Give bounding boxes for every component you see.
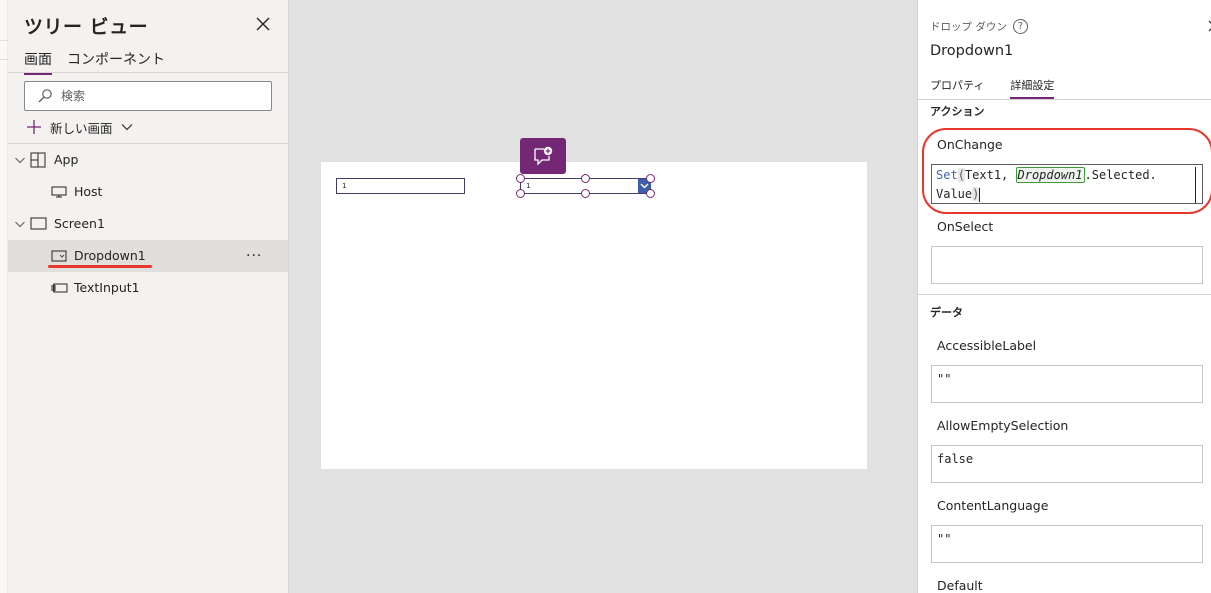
tree-item-host[interactable]: Host [8, 176, 288, 208]
divider [8, 72, 288, 73]
chevron-down-icon [121, 124, 132, 131]
chevron-down-icon[interactable] [14, 218, 26, 230]
resize-handle[interactable] [581, 174, 590, 183]
divider [918, 99, 1211, 100]
tree-item-label: Dropdown1 [74, 248, 146, 263]
red-circle-annotation [922, 128, 1211, 214]
control-name[interactable]: Dropdown1 [930, 43, 1013, 59]
default-label: Default [937, 578, 983, 593]
section-data-heading: データ [930, 306, 963, 319]
resize-handle[interactable] [516, 189, 525, 198]
search-icon [38, 89, 52, 103]
tab-advanced[interactable]: 詳細設定 [1010, 77, 1055, 99]
app-icon [30, 152, 46, 168]
tree-view-title: ツリー ビュー [24, 16, 149, 38]
red-underline-annotation [48, 265, 152, 268]
properties-panel: ドロップ ダウン ? Dropdown1 プロパティ 詳細設定 アクション On… [917, 0, 1211, 593]
section-action-heading: アクション [930, 105, 985, 118]
tree-view-pane: ツリー ビュー 画面 コンポーネント 新しい画面 App [8, 0, 289, 593]
tab-properties[interactable]: プロパティ [930, 77, 984, 99]
accessiblelabel-label: AccessibleLabel [937, 338, 1037, 353]
close-icon[interactable] [254, 15, 272, 33]
control-type-row: ドロップ ダウン ? [930, 19, 1028, 34]
host-icon [51, 186, 67, 198]
chevron-down-icon[interactable] [14, 154, 26, 166]
dropdown-icon [51, 250, 67, 262]
canvas-textinput[interactable]: 1 [336, 178, 465, 194]
allowemptyselection-label: AllowEmptySelection [937, 418, 1069, 433]
left-edge-strip [0, 0, 8, 593]
new-screen-button[interactable]: 新しい画面 [26, 118, 133, 136]
help-icon[interactable]: ? [1012, 19, 1028, 34]
new-screen-label: 新しい画面 [50, 120, 113, 136]
contentlanguage-input[interactable]: "" [931, 525, 1203, 563]
accessiblelabel-input[interactable]: "" [931, 365, 1203, 403]
tree-item-label: App [54, 152, 79, 167]
left-edge-mark [0, 40, 8, 60]
search-input[interactable] [61, 87, 261, 105]
tree-item-app[interactable]: App [8, 144, 288, 176]
textinput-icon [51, 283, 68, 293]
onselect-label: OnSelect [937, 219, 994, 234]
tree-item-screen1[interactable]: Screen1 [8, 208, 288, 240]
screen-icon [30, 217, 47, 230]
app-screen[interactable] [321, 162, 867, 469]
panel-tabs: プロパティ 詳細設定 [930, 77, 1055, 99]
onselect-formula-input[interactable] [931, 246, 1203, 284]
tree-item-label: Screen1 [54, 216, 105, 231]
control-type-label: ドロップ ダウン [930, 21, 1007, 33]
allowemptyselection-input[interactable]: false [931, 445, 1203, 483]
resize-handle[interactable] [646, 189, 655, 198]
resize-handle[interactable] [516, 174, 525, 183]
tree-item-label: TextInput1 [74, 280, 140, 295]
contentlanguage-label: ContentLanguage [937, 498, 1049, 513]
resize-handle[interactable] [646, 174, 655, 183]
add-comment-button[interactable] [520, 138, 566, 174]
tree-item-textinput1[interactable]: TextInput1 [8, 272, 288, 304]
tree-item-label: Host [74, 184, 103, 199]
add-comment-icon [534, 146, 553, 166]
divider [918, 294, 1211, 295]
search-box[interactable] [24, 81, 272, 111]
plus-icon [27, 120, 41, 134]
more-options-icon[interactable]: ··· [246, 248, 262, 264]
resize-handle[interactable] [581, 189, 590, 198]
